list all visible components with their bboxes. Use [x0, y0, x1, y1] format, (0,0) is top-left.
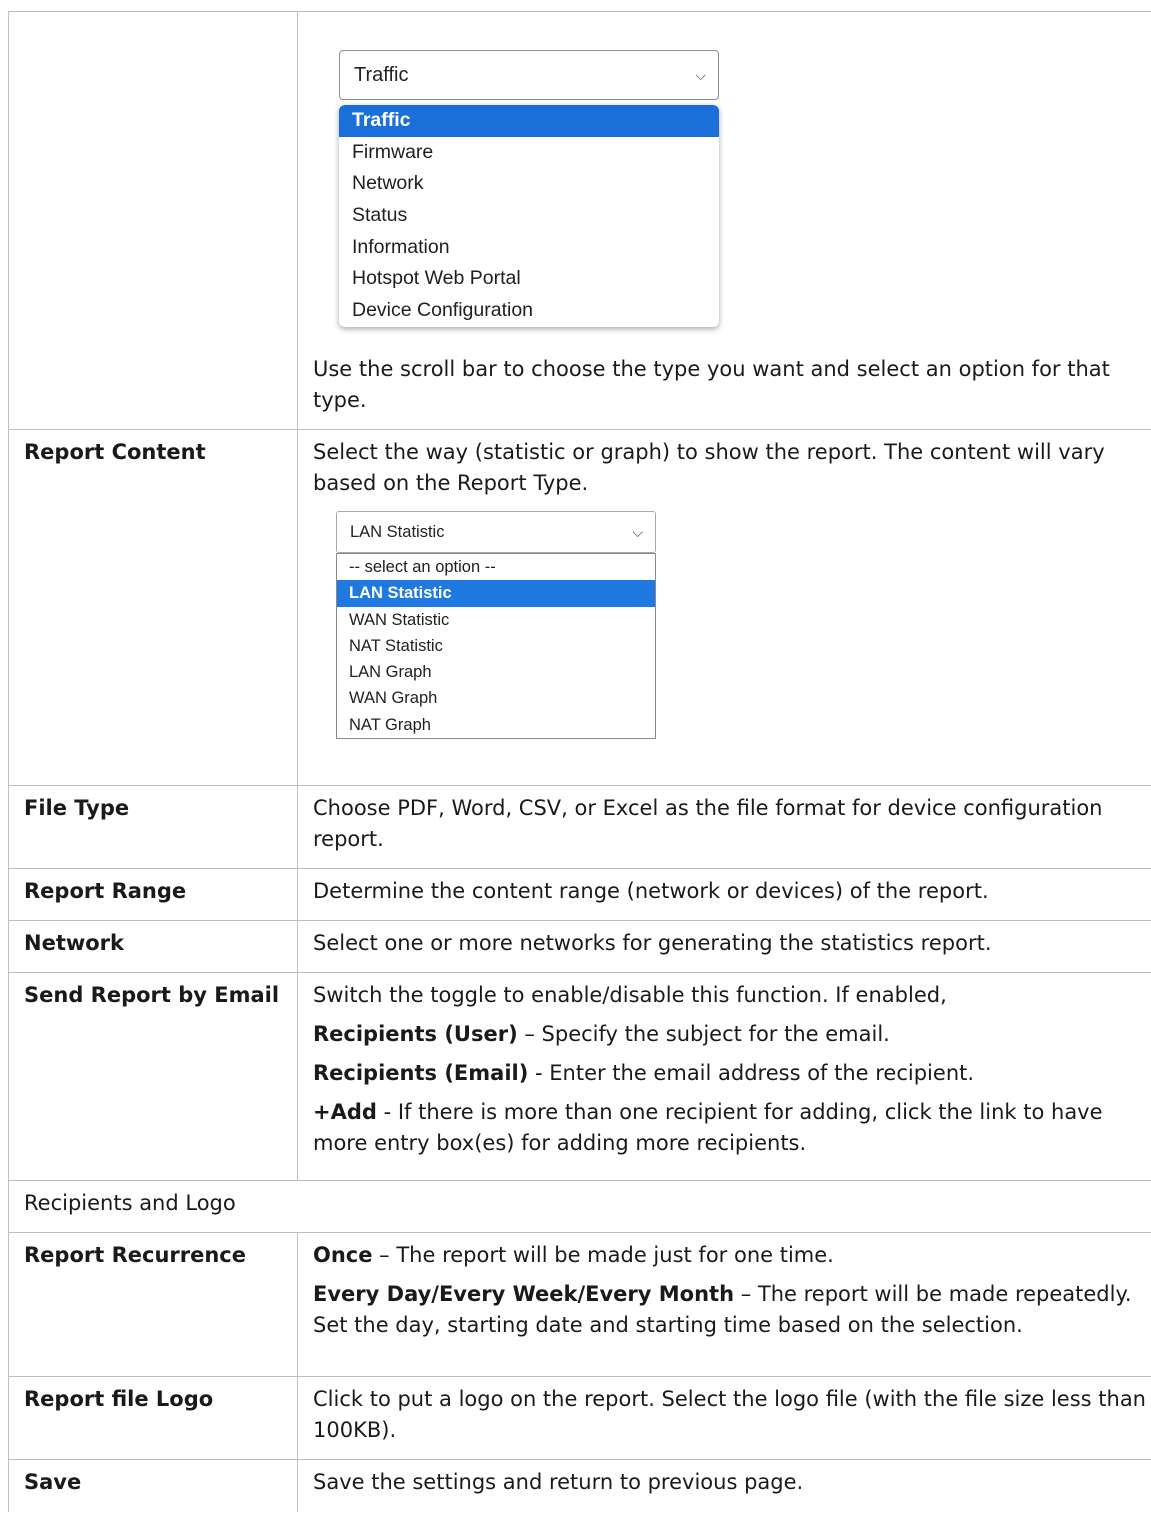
logo-desc: Click to put a logo on the report. Selec… — [297, 1376, 1151, 1460]
save-desc: Save the settings and return to previous… — [297, 1459, 1151, 1512]
section-header-row: Recipients and Logo — [8, 1180, 1151, 1233]
every-text: Every Day/Every Week/Every Month – The r… — [313, 1282, 1132, 1337]
chevron-down-icon: ⌵ — [632, 524, 643, 540]
dropdown-option[interactable]: LAN Graph — [337, 659, 655, 685]
report-type-desc-cell: Traffic ⌵ Traffic Firmware Network Statu… — [297, 11, 1151, 430]
logo-label: Report file Logo — [8, 1376, 298, 1460]
network-row: Network Select one or more networks for … — [8, 920, 1151, 973]
dropdown-option[interactable]: NAT Statistic — [337, 633, 655, 659]
dropdown-option[interactable]: WAN Statistic — [337, 607, 655, 633]
chevron-down-icon: ⌵ — [695, 67, 706, 83]
dropdown-option[interactable]: Device Configuration — [339, 295, 719, 327]
recurrence-desc-cell: Once – The report will be made just for … — [297, 1232, 1151, 1377]
report-content-selected-value: LAN Statistic — [350, 523, 445, 541]
file-type-row: File Type Choose PDF, Word, CSV, or Exce… — [8, 785, 1151, 869]
recurrence-label: Report Recurrence — [8, 1232, 298, 1377]
dropdown-option[interactable]: LAN Statistic — [337, 580, 655, 607]
logo-row: Report file Logo Click to put a logo on … — [8, 1376, 1151, 1460]
dropdown-option[interactable]: Network — [339, 168, 719, 200]
add-recipient-text: +Add - If there is more than one recipie… — [313, 1100, 1103, 1155]
dropdown-option[interactable]: Hotspot Web Portal — [339, 263, 719, 295]
report-content-dropdown[interactable]: LAN Statistic ⌵ -- select an option -- L… — [313, 511, 1151, 759]
report-type-selected-value: Traffic — [354, 64, 409, 86]
report-range-row: Report Range Determine the content range… — [8, 868, 1151, 921]
report-content-options-list: -- select an option -- LAN Statistic WAN… — [336, 553, 656, 740]
report-content-desc: Select the way (statistic or graph) to s… — [313, 440, 1105, 495]
dropdown-option[interactable]: Status — [339, 200, 719, 232]
report-type-note: Use the scroll bar to choose the type yo… — [313, 357, 1110, 412]
report-type-label-cell — [8, 11, 298, 430]
report-range-desc: Determine the content range (network or … — [297, 868, 1151, 921]
report-content-desc-cell: Select the way (statistic or graph) to s… — [297, 429, 1151, 786]
dropdown-option[interactable]: NAT Graph — [337, 712, 655, 738]
send-email-line1: Switch the toggle to enable/disable this… — [313, 983, 947, 1007]
dropdown-option[interactable]: -- select an option -- — [337, 554, 655, 580]
send-email-desc-cell: Switch the toggle to enable/disable this… — [297, 972, 1151, 1181]
report-content-select[interactable]: LAN Statistic ⌵ — [336, 511, 656, 553]
once-text: Once – The report will be made just for … — [313, 1243, 834, 1267]
network-desc: Select one or more networks for generati… — [297, 920, 1151, 973]
send-email-row: Send Report by Email Switch the toggle t… — [8, 972, 1151, 1181]
report-type-dropdown[interactable]: Traffic ⌵ Traffic Firmware Network Statu… — [313, 19, 1151, 354]
file-type-label: File Type — [8, 785, 298, 869]
network-label: Network — [8, 920, 298, 973]
dropdown-option[interactable]: WAN Graph — [337, 685, 655, 711]
report-content-label: Report Content — [8, 429, 298, 786]
send-email-label: Send Report by Email — [8, 972, 298, 1181]
section-header: Recipients and Logo — [8, 1180, 1151, 1233]
report-range-label: Report Range — [8, 868, 298, 921]
dropdown-option[interactable]: Information — [339, 232, 719, 264]
settings-table: Traffic ⌵ Traffic Firmware Network Statu… — [8, 11, 1151, 1512]
file-type-desc: Choose PDF, Word, CSV, or Excel as the f… — [297, 785, 1151, 869]
report-type-select[interactable]: Traffic ⌵ — [339, 50, 719, 100]
recipients-user-text: Recipients (User) – Specify the subject … — [313, 1022, 890, 1046]
report-type-options-list: Traffic Firmware Network Status Informat… — [339, 105, 719, 327]
dropdown-option[interactable]: Traffic — [339, 105, 719, 137]
report-type-row: Traffic ⌵ Traffic Firmware Network Statu… — [8, 11, 1151, 430]
save-row: Save Save the settings and return to pre… — [8, 1459, 1151, 1512]
report-content-row: Report Content Select the way (statistic… — [8, 429, 1151, 786]
save-label: Save — [8, 1459, 298, 1512]
recipients-email-text: Recipients (Email) - Enter the email add… — [313, 1061, 975, 1085]
dropdown-option[interactable]: Firmware — [339, 137, 719, 169]
recurrence-row: Report Recurrence Once – The report will… — [8, 1232, 1151, 1377]
